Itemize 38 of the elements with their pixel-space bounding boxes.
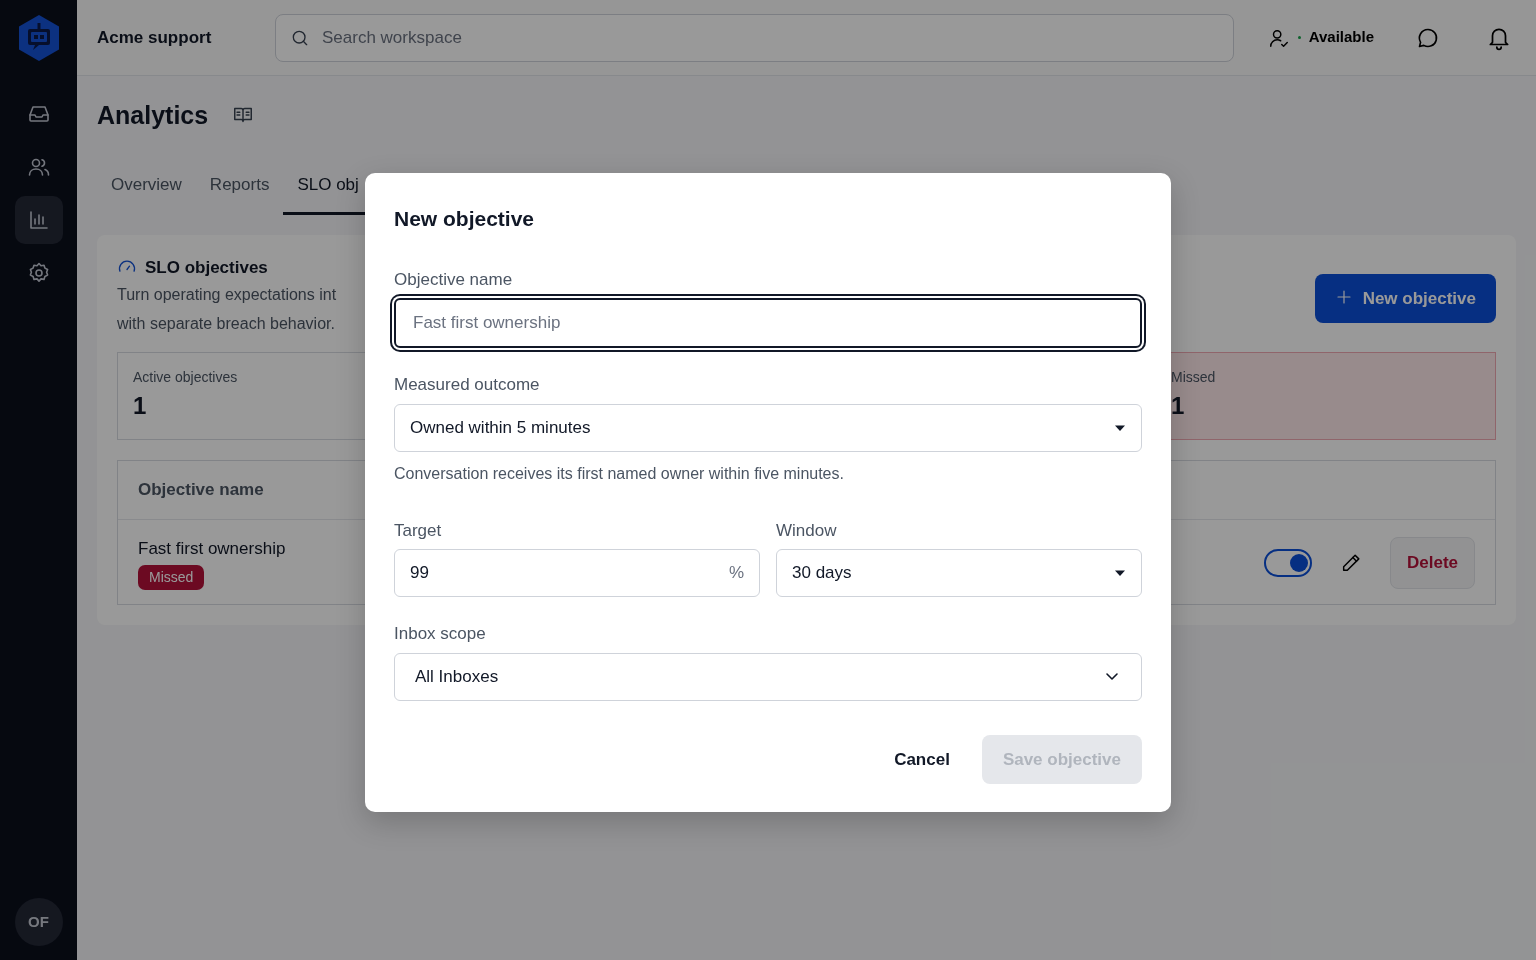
stat-value: 1 (133, 391, 147, 421)
delete-button[interactable]: Delete (1389, 537, 1475, 589)
field-label: Objective name (394, 268, 514, 291)
caret-icon (1114, 423, 1126, 432)
status-badge: Missed (138, 565, 205, 590)
stat-label: Active objectives (133, 368, 238, 387)
tab[interactable]: Reports (195, 164, 284, 215)
stat-value: 1 (1171, 391, 1185, 421)
name-input[interactable]: Fast first ownership (411, 309, 1125, 337)
panel-title: SLO objectives (145, 256, 268, 279)
window-select[interactable]: 30 days (776, 549, 1142, 597)
availability-status[interactable]: Available (1263, 22, 1378, 53)
field-label: Window (776, 519, 838, 542)
new-objective-button[interactable]: New objective (1314, 273, 1496, 323)
cancel-button[interactable]: Cancel (878, 734, 966, 784)
help-text: Conversation receives its first named owner within five minutes. (394, 463, 845, 484)
field-label: Measured outcome (394, 374, 541, 396)
tab[interactable]: Overview (97, 164, 196, 215)
bar-chart-icon[interactable] (14, 196, 63, 244)
dialog-title: New objective (394, 206, 536, 232)
column-header: Objective name (138, 480, 264, 499)
user-avatar[interactable]: OF (14, 898, 63, 946)
panel-description: Turn operating expectations int with separate breach behavior. (117, 285, 337, 334)
search-input[interactable]: Search workspace (320, 23, 1219, 52)
workspace-name: Acme support (97, 26, 213, 49)
page-title: Analytics (97, 100, 209, 130)
toggle-switch[interactable] (1263, 548, 1312, 577)
inbox-scope-select[interactable]: All Inboxes (394, 652, 1142, 701)
app-logo (16, 14, 61, 62)
field-label: Target (394, 519, 443, 542)
stat-label: Missed (1171, 368, 1216, 387)
outcome-select[interactable]: Owned within 5 minutes (394, 403, 1142, 452)
chevron-down-icon (1105, 672, 1119, 681)
field-label: Inbox scope (394, 623, 487, 645)
caret-icon (1114, 569, 1126, 577)
objective-name: Fast first ownership (138, 537, 286, 560)
target-input-field[interactable]: 99 % (394, 549, 760, 597)
search-field[interactable]: Search workspace (275, 13, 1234, 62)
